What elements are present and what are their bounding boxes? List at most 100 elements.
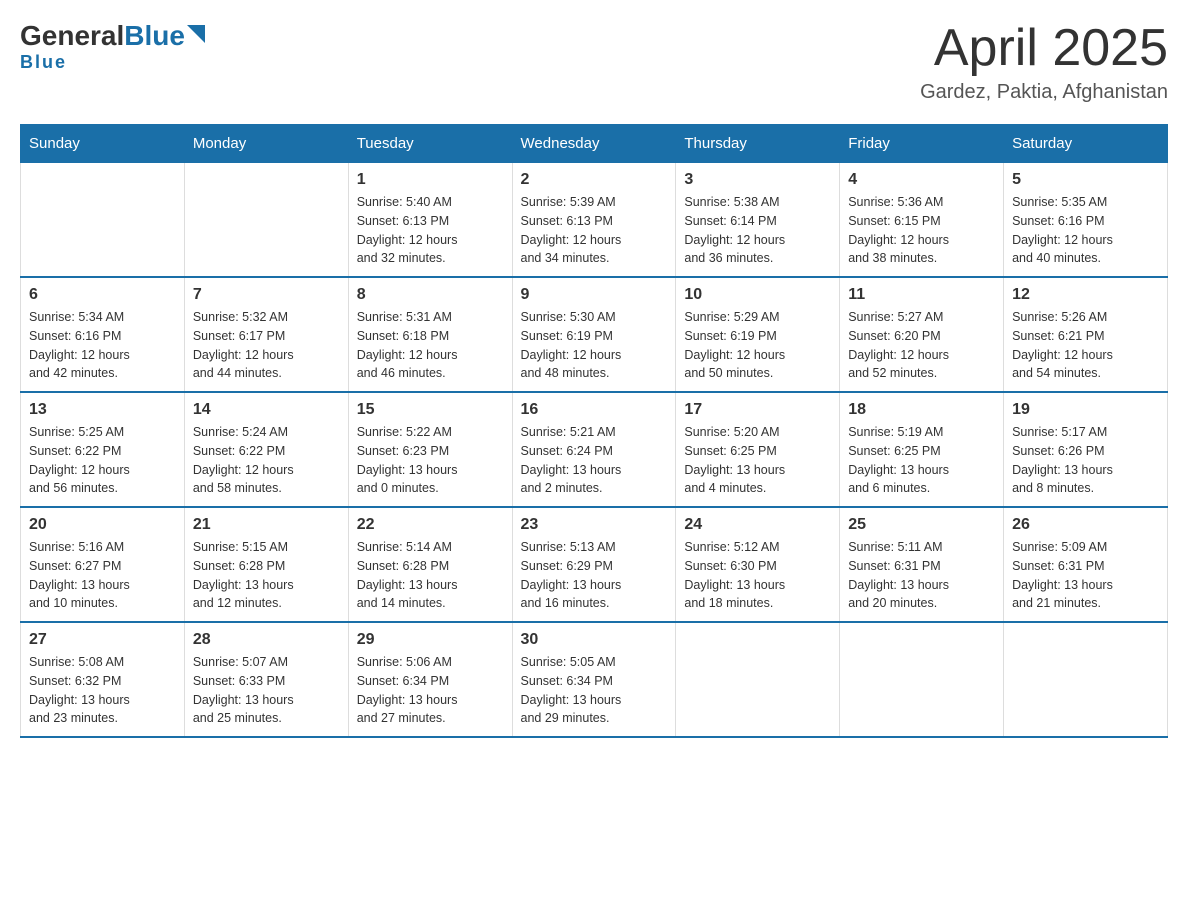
calendar-cell: 21 Sunrise: 5:15 AM Sunset: 6:28 PM Dayli… — [184, 507, 348, 622]
logo: General Blue Blue — [20, 20, 205, 73]
calendar-title: April 2025 — [920, 20, 1168, 77]
day-number: 8 — [357, 286, 504, 304]
day-number: 14 — [193, 401, 340, 419]
day-number: 24 — [684, 516, 831, 534]
day-number: 26 — [1012, 516, 1159, 534]
day-number: 13 — [29, 401, 176, 419]
calendar-cell: 11 Sunrise: 5:27 AM Sunset: 6:20 PM Dayli… — [840, 277, 1004, 392]
day-number: 11 — [848, 286, 995, 304]
day-number: 9 — [521, 286, 668, 304]
calendar-cell: 12 Sunrise: 5:26 AM Sunset: 6:21 PM Dayli… — [1004, 277, 1168, 392]
day-info: Sunrise: 5:26 AM Sunset: 6:21 PM Dayligh… — [1012, 308, 1159, 383]
logo-triangle-icon — [187, 25, 205, 48]
calendar-cell: 13Sunrise: 5:25 AM Sunset: 6:22 PM Dayli… — [21, 392, 185, 507]
calendar-cell: 3 Sunrise: 5:38 AM Sunset: 6:14 PM Daylig… — [676, 163, 840, 278]
calendar-week-row: 13Sunrise: 5:25 AM Sunset: 6:22 PM Dayli… — [21, 392, 1168, 507]
day-number: 10 — [684, 286, 831, 304]
calendar-week-row: 1 Sunrise: 5:40 AM Sunset: 6:13 PM Daylig… — [21, 163, 1168, 278]
day-info: Sunrise: 5:08 AM Sunset: 6:32 PM Dayligh… — [29, 653, 176, 728]
day-number: 18 — [848, 401, 995, 419]
calendar-cell — [840, 622, 1004, 737]
calendar-cell: 18 Sunrise: 5:19 AM Sunset: 6:25 PM Dayli… — [840, 392, 1004, 507]
day-info: Sunrise: 5:32 AM Sunset: 6:17 PM Dayligh… — [193, 308, 340, 383]
day-number: 2 — [521, 171, 668, 189]
calendar-subtitle: Gardez, Paktia, Afghanistan — [920, 81, 1168, 104]
day-info: Sunrise: 5:29 AM Sunset: 6:19 PM Dayligh… — [684, 308, 831, 383]
calendar-cell: 15 Sunrise: 5:22 AM Sunset: 6:23 PM Dayli… — [348, 392, 512, 507]
calendar-cell: 5Sunrise: 5:35 AM Sunset: 6:16 PM Daylig… — [1004, 163, 1168, 278]
calendar-cell: 30Sunrise: 5:05 AM Sunset: 6:34 PM Dayli… — [512, 622, 676, 737]
calendar-cell — [676, 622, 840, 737]
day-number: 15 — [357, 401, 504, 419]
day-info: Sunrise: 5:27 AM Sunset: 6:20 PM Dayligh… — [848, 308, 995, 383]
calendar-cell: 24 Sunrise: 5:12 AM Sunset: 6:30 PM Dayli… — [676, 507, 840, 622]
logo-blue-text: Blue — [124, 20, 185, 52]
day-number: 28 — [193, 631, 340, 649]
day-info: Sunrise: 5:22 AM Sunset: 6:23 PM Dayligh… — [357, 423, 504, 498]
weekday-header-sunday: Sunday — [21, 125, 185, 163]
calendar-cell: 14Sunrise: 5:24 AM Sunset: 6:22 PM Dayli… — [184, 392, 348, 507]
weekday-header-thursday: Thursday — [676, 125, 840, 163]
calendar-cell: 10 Sunrise: 5:29 AM Sunset: 6:19 PM Dayli… — [676, 277, 840, 392]
calendar-cell: 28Sunrise: 5:07 AM Sunset: 6:33 PM Dayli… — [184, 622, 348, 737]
day-info: Sunrise: 5:36 AM Sunset: 6:15 PM Dayligh… — [848, 193, 995, 268]
day-info: Sunrise: 5:14 AM Sunset: 6:28 PM Dayligh… — [357, 538, 504, 613]
weekday-header-friday: Friday — [840, 125, 1004, 163]
day-info: Sunrise: 5:20 AM Sunset: 6:25 PM Dayligh… — [684, 423, 831, 498]
day-info: Sunrise: 5:17 AM Sunset: 6:26 PM Dayligh… — [1012, 423, 1159, 498]
weekday-header-saturday: Saturday — [1004, 125, 1168, 163]
calendar-cell: 16 Sunrise: 5:21 AM Sunset: 6:24 PM Dayli… — [512, 392, 676, 507]
calendar-cell — [184, 163, 348, 278]
calendar-cell: 4 Sunrise: 5:36 AM Sunset: 6:15 PM Daylig… — [840, 163, 1004, 278]
day-number: 6 — [29, 286, 176, 304]
day-number: 3 — [684, 171, 831, 189]
day-number: 21 — [193, 516, 340, 534]
day-number: 7 — [193, 286, 340, 304]
day-number: 4 — [848, 171, 995, 189]
logo-general-text: General — [20, 20, 124, 52]
day-number: 23 — [521, 516, 668, 534]
day-number: 12 — [1012, 286, 1159, 304]
day-number: 5 — [1012, 171, 1159, 189]
day-info: Sunrise: 5:34 AM Sunset: 6:16 PM Dayligh… — [29, 308, 176, 383]
calendar-cell: 29 Sunrise: 5:06 AM Sunset: 6:34 PM Dayli… — [348, 622, 512, 737]
day-number: 29 — [357, 631, 504, 649]
day-info: Sunrise: 5:30 AM Sunset: 6:19 PM Dayligh… — [521, 308, 668, 383]
day-number: 20 — [29, 516, 176, 534]
calendar-cell — [21, 163, 185, 278]
calendar-cell: 17 Sunrise: 5:20 AM Sunset: 6:25 PM Dayli… — [676, 392, 840, 507]
calendar-cell: 26 Sunrise: 5:09 AM Sunset: 6:31 PM Dayli… — [1004, 507, 1168, 622]
calendar-cell: 23 Sunrise: 5:13 AM Sunset: 6:29 PM Dayli… — [512, 507, 676, 622]
title-section: April 2025 Gardez, Paktia, Afghanistan — [920, 20, 1168, 104]
day-info: Sunrise: 5:39 AM Sunset: 6:13 PM Dayligh… — [521, 193, 668, 268]
day-info: Sunrise: 5:05 AM Sunset: 6:34 PM Dayligh… — [521, 653, 668, 728]
day-number: 1 — [357, 171, 504, 189]
day-number: 17 — [684, 401, 831, 419]
day-info: Sunrise: 5:38 AM Sunset: 6:14 PM Dayligh… — [684, 193, 831, 268]
day-number: 25 — [848, 516, 995, 534]
page-header: General Blue Blue April 2025 Gardez, Pak… — [20, 20, 1168, 104]
calendar-cell: 1 Sunrise: 5:40 AM Sunset: 6:13 PM Daylig… — [348, 163, 512, 278]
day-info: Sunrise: 5:06 AM Sunset: 6:34 PM Dayligh… — [357, 653, 504, 728]
calendar-cell: 2 Sunrise: 5:39 AM Sunset: 6:13 PM Daylig… — [512, 163, 676, 278]
calendar-cell: 22 Sunrise: 5:14 AM Sunset: 6:28 PM Dayli… — [348, 507, 512, 622]
day-info: Sunrise: 5:19 AM Sunset: 6:25 PM Dayligh… — [848, 423, 995, 498]
calendar-week-row: 20Sunrise: 5:16 AM Sunset: 6:27 PM Dayli… — [21, 507, 1168, 622]
calendar-table: SundayMondayTuesdayWednesdayThursdayFrid… — [20, 124, 1168, 738]
calendar-week-row: 6 Sunrise: 5:34 AM Sunset: 6:16 PM Daylig… — [21, 277, 1168, 392]
calendar-cell: 6 Sunrise: 5:34 AM Sunset: 6:16 PM Daylig… — [21, 277, 185, 392]
day-info: Sunrise: 5:09 AM Sunset: 6:31 PM Dayligh… — [1012, 538, 1159, 613]
weekday-header-tuesday: Tuesday — [348, 125, 512, 163]
day-info: Sunrise: 5:31 AM Sunset: 6:18 PM Dayligh… — [357, 308, 504, 383]
day-info: Sunrise: 5:21 AM Sunset: 6:24 PM Dayligh… — [521, 423, 668, 498]
day-number: 16 — [521, 401, 668, 419]
day-info: Sunrise: 5:13 AM Sunset: 6:29 PM Dayligh… — [521, 538, 668, 613]
day-info: Sunrise: 5:15 AM Sunset: 6:28 PM Dayligh… — [193, 538, 340, 613]
calendar-week-row: 27 Sunrise: 5:08 AM Sunset: 6:32 PM Dayli… — [21, 622, 1168, 737]
day-number: 27 — [29, 631, 176, 649]
day-info: Sunrise: 5:40 AM Sunset: 6:13 PM Dayligh… — [357, 193, 504, 268]
day-info: Sunrise: 5:12 AM Sunset: 6:30 PM Dayligh… — [684, 538, 831, 613]
calendar-cell — [1004, 622, 1168, 737]
calendar-cell: 19Sunrise: 5:17 AM Sunset: 6:26 PM Dayli… — [1004, 392, 1168, 507]
day-number: 22 — [357, 516, 504, 534]
